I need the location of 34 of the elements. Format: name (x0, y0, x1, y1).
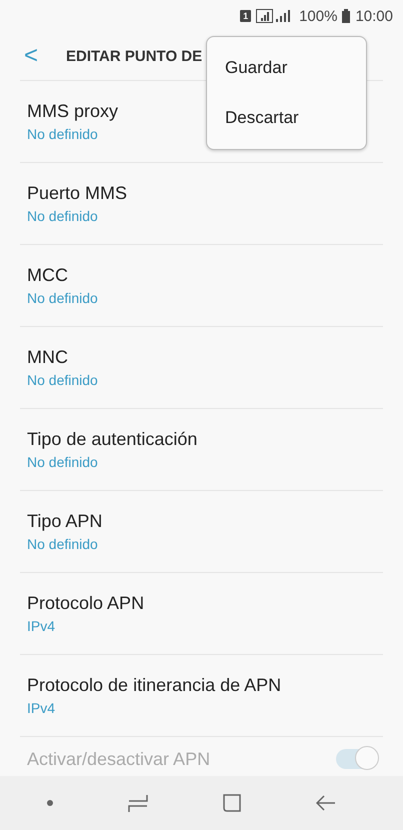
setting-row[interactable]: Tipo de autenticación No definido (20, 409, 383, 491)
setting-label: MNC (27, 347, 69, 368)
recents-icon[interactable] (128, 794, 148, 812)
dot-icon[interactable] (47, 800, 54, 806)
back-icon[interactable] (316, 795, 336, 811)
setting-value: IPv4 (27, 618, 56, 634)
setting-row[interactable]: Puerto MMS No definido (20, 163, 383, 245)
setting-label: Puerto MMS (27, 183, 128, 204)
setting-value: No definido (27, 536, 99, 552)
setting-value: No definido (27, 126, 99, 142)
screen-title: EDITAR PUNTO DE (66, 48, 202, 64)
setting-row[interactable]: Protocolo de itinerancia de APN IPv4 (20, 655, 383, 737)
setting-value: No definido (27, 372, 98, 388)
setting-row[interactable]: Tipo APN No definido (20, 491, 383, 573)
setting-label: Protocolo de itinerancia de APN (27, 675, 282, 696)
setting-row[interactable]: MNC No definido (20, 327, 383, 409)
setting-label: Protocolo APN (27, 593, 144, 614)
clock: 10:00 (355, 8, 393, 24)
home-icon[interactable] (222, 794, 241, 812)
sim-icon: 1 (240, 10, 252, 22)
setting-label: MCC (27, 265, 69, 286)
setting-row[interactable]: Protocolo APN IPv4 (20, 573, 383, 655)
setting-label: Tipo de autenticación (27, 429, 198, 450)
menu-item[interactable]: Descartar (207, 93, 366, 143)
battery-percent: 100% (299, 8, 338, 24)
setting-value: No definido (27, 290, 98, 306)
setting-label: MMS proxy (27, 101, 118, 122)
setting-label: Tipo APN (27, 511, 102, 532)
setting-value: No definido (27, 208, 99, 224)
setting-label: Activar/desactivar APN (27, 749, 210, 770)
setting-value: IPv4 (27, 700, 56, 716)
setting-value: No definido (27, 454, 99, 470)
setting-row[interactable]: MCC No definido (20, 245, 383, 327)
battery-icon (342, 9, 350, 23)
